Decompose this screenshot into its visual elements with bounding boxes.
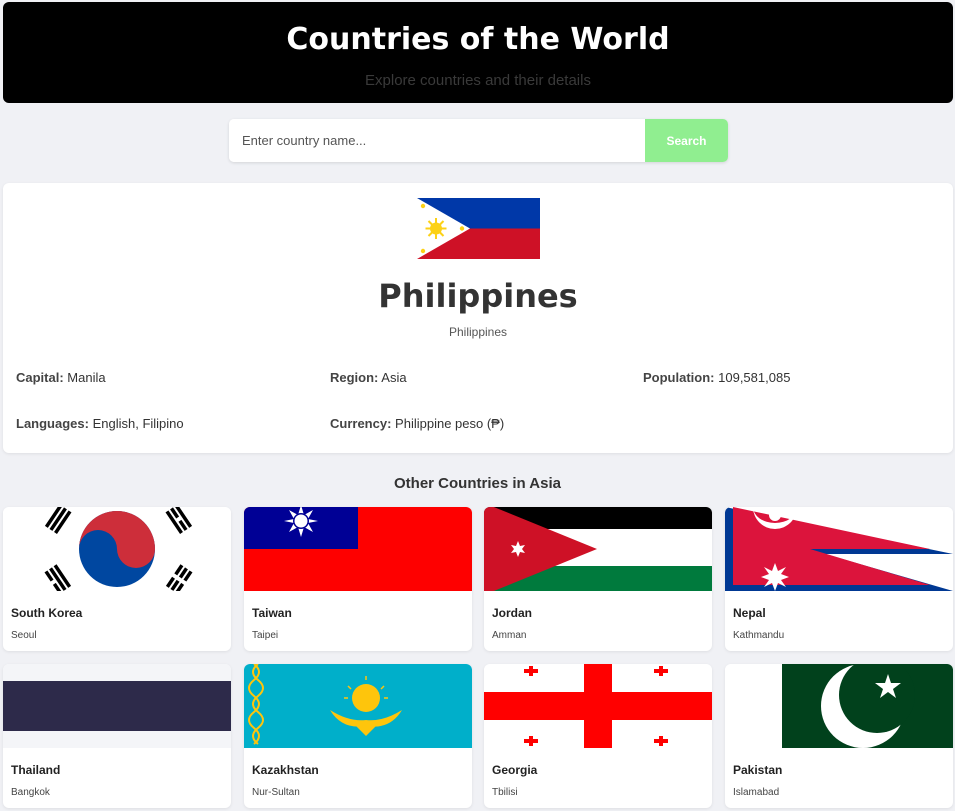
country-card-jordan[interactable]: Jordan Amman xyxy=(484,507,712,651)
country-card-name: Kazakhstan xyxy=(252,763,319,777)
jordan-flag-icon xyxy=(484,507,712,591)
country-card-name: Jordan xyxy=(492,606,533,620)
country-card-capital: Bangkok xyxy=(11,787,50,798)
region-info: Region: Asia xyxy=(330,370,407,385)
country-card-name: Thailand xyxy=(11,763,61,777)
search-bar: Search xyxy=(229,119,728,162)
country-card-pakistan[interactable]: Pakistan Islamabad xyxy=(725,664,953,808)
region-label: Region: xyxy=(330,370,379,385)
country-card-capital: Amman xyxy=(492,630,527,641)
country-detail-card: Philippines Philippines Capital: Manila … xyxy=(3,183,953,453)
country-card-capital: Seoul xyxy=(11,630,37,641)
country-card-taiwan[interactable]: Taiwan Taipei xyxy=(244,507,472,651)
country-card-capital: Kathmandu xyxy=(733,630,785,641)
region-value: Asia xyxy=(381,370,407,385)
country-card-georgia[interactable]: Georgia Tbilisi xyxy=(484,664,712,808)
country-official-name: Philippines xyxy=(448,325,508,339)
country-card-thailand[interactable]: Thailand Bangkok xyxy=(3,664,231,808)
languages-info: Languages: English, Filipino xyxy=(16,416,184,431)
country-card-capital: Taipei xyxy=(252,630,279,641)
kazakhstan-flag-icon xyxy=(244,664,472,748)
capital-info: Capital: Manila xyxy=(16,370,106,385)
other-countries-title: Other Countries in Asia xyxy=(394,475,561,492)
south-korea-flag-icon xyxy=(3,507,231,591)
languages-label: Languages: xyxy=(16,416,89,431)
search-button[interactable]: Search xyxy=(645,119,728,162)
country-card-capital: Nur-Sultan xyxy=(252,787,300,798)
thailand-flag-icon xyxy=(3,664,231,748)
page-subtitle: Explore countries and their details xyxy=(365,72,591,89)
country-card-name: South Korea xyxy=(11,606,83,620)
page-title: Countries of the World xyxy=(286,22,670,57)
capital-label: Capital: xyxy=(16,370,64,385)
page-header: Countries of the World Explore countries… xyxy=(3,2,953,103)
philippines-flag-icon xyxy=(417,198,540,259)
country-card-kazakhstan[interactable]: Kazakhstan Nur-Sultan xyxy=(244,664,472,808)
country-card-capital: Islamabad xyxy=(733,787,780,798)
capital-value: Manila xyxy=(67,370,106,385)
taiwan-flag-icon xyxy=(244,507,472,591)
country-card-name: Nepal xyxy=(733,606,766,620)
pakistan-flag-icon xyxy=(725,664,953,748)
search-input[interactable] xyxy=(229,119,645,162)
population-info: Population: 109,581,085 xyxy=(643,370,790,385)
currency-label: Currency: xyxy=(330,416,392,431)
georgia-flag-icon xyxy=(484,664,712,748)
languages-value: English, Filipino xyxy=(92,416,184,431)
currency-value: Philippine peso (₱) xyxy=(395,416,505,431)
country-card-capital: Tbilisi xyxy=(492,787,518,798)
currency-info: Currency: Philippine peso (₱) xyxy=(330,416,504,431)
country-name: Philippines xyxy=(378,277,578,315)
country-card-name: Pakistan xyxy=(733,763,783,777)
country-card-nepal[interactable]: Nepal Kathmandu xyxy=(725,507,953,651)
nepal-flag-icon xyxy=(725,507,953,591)
population-label: Population: xyxy=(643,370,715,385)
country-card-south-korea[interactable]: South Korea Seoul xyxy=(3,507,231,651)
country-card-name: Georgia xyxy=(492,763,538,777)
country-card-name: Taiwan xyxy=(252,606,292,620)
population-value: 109,581,085 xyxy=(718,370,791,385)
